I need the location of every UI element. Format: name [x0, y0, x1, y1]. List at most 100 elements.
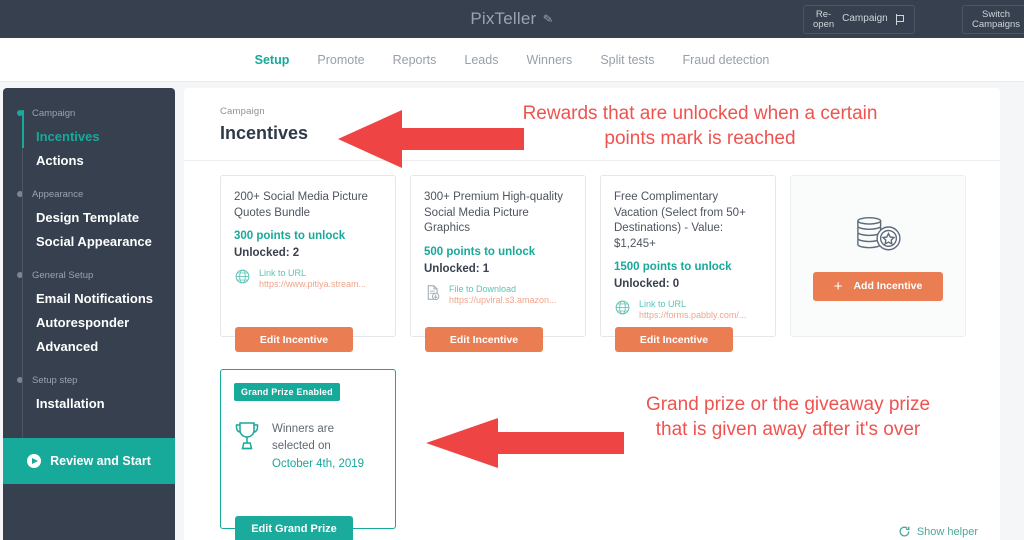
incentive-title: Free Complimentary Vacation (Select from… — [614, 191, 746, 250]
app-brand: PixTeller ✎ — [470, 9, 554, 29]
reopen-campaign-group: Re- open Campaign — [803, 5, 915, 34]
brand-name: PixTeller — [470, 9, 537, 28]
incentive-card[interactable]: 200+ Social Media Picture Quotes Bundle … — [220, 175, 396, 352]
nav-tabs: Setup Promote Reports Leads Winners Spli… — [255, 53, 770, 67]
add-incentive-label: Add Incentive — [853, 280, 923, 292]
sidebar-group-label: Campaign — [32, 107, 76, 119]
grand-prize-line-1: Winners are — [272, 423, 334, 435]
app-root: PixTeller ✎ Re- open Campaign Switch Cam… — [0, 0, 1024, 540]
switch-campaigns-group: Switch Campaigns — [962, 5, 1024, 34]
play-circle-icon — [27, 454, 42, 468]
tab-fraud-detection[interactable]: Fraud detection — [683, 53, 770, 67]
sidebar-rail — [22, 110, 23, 448]
annotation-arrow-left-bottom — [426, 418, 624, 468]
sidebar-item-incentives[interactable]: Incentives — [3, 124, 175, 148]
review-and-start-button[interactable]: Review and Start — [3, 438, 175, 484]
incentive-points: 500 points to unlock — [424, 245, 536, 258]
grand-prize-body: Winners are selected on October 4th, 201… — [234, 421, 382, 473]
grand-prize-date: October 4th, 2019 — [272, 457, 365, 470]
incentive-points: 1500 points to unlock — [614, 261, 732, 274]
annotation-rewards-text: Rewards that are unlocked when a certain… — [522, 103, 878, 150]
incentive-points: 300 points to unlock — [234, 230, 346, 243]
reopen-line-2: open — [813, 18, 835, 30]
incentive-link-text: File to Download https://upviral.s3.amaz… — [449, 284, 557, 307]
sidebar-item-email-notifications[interactable]: Email Notifications — [3, 286, 175, 310]
sidebar: Campaign Incentives Actions Appearance D… — [3, 88, 175, 540]
sidebar-group-general-setup: General Setup — [3, 264, 175, 286]
incentive-link-label: Link to URL — [639, 299, 687, 310]
incentive-link-url: https://upviral.s3.amazon... — [449, 294, 557, 305]
tab-leads[interactable]: Leads — [464, 53, 498, 67]
sidebar-item-design-template[interactable]: Design Template — [3, 205, 175, 229]
pencil-icon[interactable]: ✎ — [542, 11, 554, 26]
sidebar-item-social-appearance[interactable]: Social Appearance — [3, 229, 175, 253]
edit-incentive-button[interactable]: Edit Incentive — [425, 327, 543, 352]
incentive-link-text: Link to URL https://forms.pabbly.com/... — [639, 299, 746, 322]
trophy-icon — [235, 422, 259, 450]
globe-icon — [235, 269, 250, 284]
incentive-link-row[interactable]: File to Download https://upviral.s3.amaz… — [424, 284, 572, 307]
incentive-unlocked-count: Unlocked: 2 — [234, 247, 300, 260]
sidebar-nav: Campaign Incentives Actions Appearance D… — [3, 88, 175, 448]
sidebar-item-advanced[interactable]: Advanced — [3, 334, 175, 358]
main-nav-bar: Setup Promote Reports Leads Winners Spli… — [0, 38, 1024, 82]
right-gutter — [1000, 88, 1024, 540]
incentive-link-row[interactable]: Link to URL https://forms.pabbly.com/... — [614, 299, 762, 322]
show-helper-button[interactable]: Show helper — [898, 525, 978, 538]
add-incentive-card[interactable]: + Add Incentive — [790, 175, 966, 337]
flag-icon — [895, 14, 905, 25]
grand-prize-line-2: selected on — [272, 440, 331, 453]
switch-line-1: Switch — [982, 8, 1011, 20]
top-bar: PixTeller ✎ Re- open Campaign Switch Cam… — [0, 0, 1024, 38]
sidebar-group-label: Appearance — [32, 188, 84, 200]
annotation-grand-prize-text: Grand prize or the giveaway prize that i… — [645, 394, 931, 441]
edit-incentive-button[interactable]: Edit Incentive — [235, 327, 353, 352]
reopen-line-1: Re- — [815, 8, 832, 20]
incentive-title: 200+ Social Media Picture Quotes Bundle — [234, 191, 368, 219]
incentive-title: 300+ Premium High-quality Social Media P… — [424, 191, 564, 235]
incentive-card[interactable]: 300+ Premium High-quality Social Media P… — [410, 175, 586, 352]
campaign-label: Campaign — [842, 13, 888, 25]
switch-campaigns-label: Switch Campaigns — [972, 8, 1021, 30]
incentive-link-label: File to Download — [449, 283, 517, 294]
reopen-label: Re- open — [813, 8, 835, 30]
switch-campaigns-button[interactable]: Switch Campaigns — [962, 5, 1024, 34]
sidebar-item-installation[interactable]: Installation — [3, 391, 175, 415]
edit-incentive-button[interactable]: Edit Incentive — [615, 327, 733, 352]
switch-line-2: Campaigns — [972, 18, 1021, 30]
grand-prize-status-badge: Grand Prize Enabled — [234, 383, 340, 401]
incentive-link-row[interactable]: Link to URL https://www.pitiya.stream... — [234, 268, 382, 291]
incentives-area: 200+ Social Media Picture Quotes Bundle … — [184, 161, 1000, 352]
grand-prize-card[interactable]: Grand Prize Enabled Winners are selected… — [220, 369, 396, 540]
incentive-link-text: Link to URL https://www.pitiya.stream... — [259, 268, 366, 291]
sidebar-item-actions[interactable]: Actions — [3, 148, 175, 172]
reopen-campaign-button[interactable]: Re- open Campaign — [803, 5, 915, 34]
globe-icon — [615, 300, 630, 315]
annotation-arrow-left-top — [338, 110, 524, 168]
sidebar-item-autoresponder[interactable]: Autoresponder — [3, 310, 175, 334]
tab-winners[interactable]: Winners — [526, 53, 572, 67]
review-and-start-label: Review and Start — [50, 454, 151, 468]
helper-refresh-icon — [899, 526, 910, 537]
tab-promote[interactable]: Promote — [317, 53, 364, 67]
incentive-link-label: Link to URL — [259, 268, 307, 279]
incentive-cards-row: 200+ Social Media Picture Quotes Bundle … — [220, 175, 1000, 352]
plus-icon: + — [833, 277, 843, 295]
edit-grand-prize-button[interactable]: Edit Grand Prize — [235, 516, 353, 540]
main-panel: Campaign Incentives 200+ Social Media Pi… — [184, 88, 1000, 540]
sidebar-group-label: General Setup — [32, 269, 94, 281]
incentive-link-url: https://www.pitiya.stream... — [259, 279, 367, 290]
incentive-unlocked-count: Unlocked: 1 — [424, 262, 490, 275]
incentive-card[interactable]: Free Complimentary Vacation (Select from… — [600, 175, 776, 352]
sidebar-group-label: Setup step — [32, 374, 78, 386]
tab-setup[interactable]: Setup — [255, 53, 290, 67]
tab-split-tests[interactable]: Split tests — [600, 53, 654, 67]
incentive-link-url: https://forms.pabbly.com/... — [639, 310, 747, 321]
tab-reports[interactable]: Reports — [393, 53, 437, 67]
add-incentive-button[interactable]: + Add Incentive — [813, 271, 943, 301]
show-helper-label: Show helper — [916, 525, 978, 538]
coins-badge-icon — [857, 216, 901, 250]
file-download-icon — [427, 284, 440, 300]
